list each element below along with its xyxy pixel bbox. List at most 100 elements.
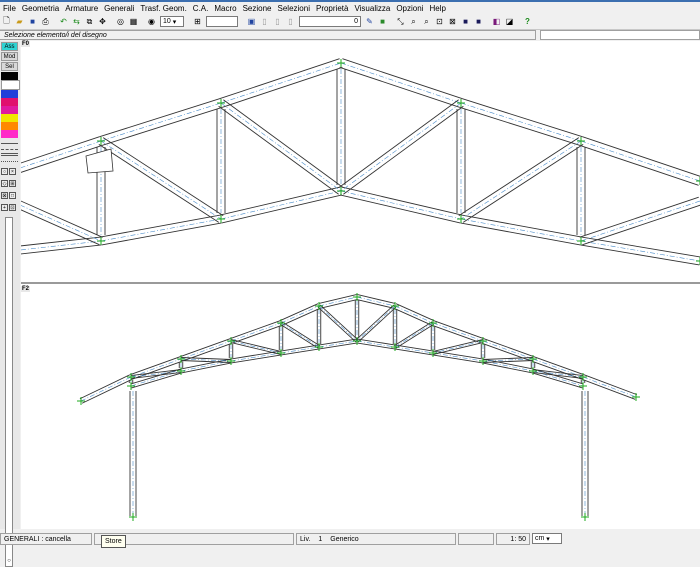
drawing-svg[interactable] — [21, 41, 700, 529]
linetype-dotted[interactable] — [1, 156, 18, 162]
menu-file[interactable]: File — [0, 4, 19, 13]
bottom-chord-edge — [221, 194, 343, 224]
color-swatch[interactable] — [1, 80, 20, 90]
overview-diagonal-edge — [433, 342, 484, 355]
overview-diagonal-edge — [357, 306, 397, 343]
zoom-in-icon[interactable]: ⌕ — [408, 16, 419, 27]
overview-diagonal-edge — [317, 306, 357, 343]
angle-field[interactable]: 0 — [299, 16, 361, 27]
menu-selezioni[interactable]: Selezioni — [275, 4, 313, 13]
color-swatch[interactable] — [1, 130, 18, 138]
overview-diagonal-edge — [393, 321, 433, 347]
step-combo[interactable]: 10 ▾ — [160, 16, 184, 27]
box-tool-icon[interactable]: ⊠ — [1, 192, 8, 199]
menu-sezione[interactable]: Sezione — [240, 4, 275, 13]
snap-icon[interactable]: ◎ — [115, 16, 126, 27]
menu-trasf-geom[interactable]: Trasf. Geom. — [137, 4, 189, 13]
sel-button[interactable]: Sel — [1, 62, 18, 71]
plus-tool-icon[interactable]: + — [1, 204, 8, 211]
bottom-chord-axis — [220, 190, 342, 220]
mod-button[interactable]: Mod — [1, 52, 18, 61]
layer-icon[interactable]: ▣ — [246, 16, 257, 27]
top-chord-edge — [582, 136, 700, 177]
color-select-icon[interactable]: ■ — [377, 16, 388, 27]
mirror-icon[interactable]: ⇆ — [71, 16, 82, 27]
overview-top-chord-axis — [356, 296, 396, 307]
ortho-grid-icon[interactable]: ⊞ — [192, 16, 203, 27]
overview-top-chord-axis — [280, 305, 320, 324]
unit-combo[interactable]: cm ▾ — [532, 533, 562, 544]
cross-tool-icon[interactable]: × — [9, 168, 16, 175]
menu-geometria[interactable]: Geometria — [19, 4, 62, 13]
color-swatch[interactable] — [1, 122, 18, 130]
bottom-chord-edge — [341, 186, 463, 216]
color-swatch[interactable] — [1, 90, 18, 98]
undo-icon[interactable]: ↶ — [58, 16, 69, 27]
status-mode: GENERALI : cancella — [0, 532, 92, 545]
overview-top-chord-edge — [230, 320, 281, 340]
diamond-tool-icon[interactable]: ◇ — [1, 180, 8, 187]
bottom-chord-edge — [580, 244, 700, 266]
ass-button[interactable]: Ass — [1, 42, 18, 51]
target-icon[interactable]: ◉ — [146, 16, 157, 27]
view-dark-icon[interactable]: ■ — [460, 16, 471, 27]
overview-top-chord-edge — [81, 378, 133, 404]
selection-bar: Selezione elemento/i del disegno — [0, 30, 700, 40]
move-icon[interactable]: ✥ — [97, 16, 108, 27]
menu-help[interactable]: Help — [426, 4, 448, 13]
truss-overview-view — [77, 293, 640, 521]
zoom-window-icon[interactable]: ⤡ — [395, 16, 406, 27]
section-gray-icon[interactable]: ▯ — [259, 16, 270, 27]
color-swatch[interactable] — [1, 72, 18, 80]
overview-diagonal-edge — [355, 304, 395, 341]
view-dark2-icon[interactable]: ■ — [473, 16, 484, 27]
section-gray3-icon[interactable]: ▯ — [285, 16, 296, 27]
open-folder-icon[interactable]: ▰ — [14, 16, 25, 27]
vertical-slider[interactable]: ○ — [5, 217, 13, 567]
top-chord-edge — [219, 58, 340, 100]
new-file-icon[interactable]: 🗋 — [1, 16, 12, 27]
gusset-plate — [85, 148, 114, 174]
print-icon[interactable]: ⎙ — [40, 16, 51, 27]
contrast-icon[interactable]: ◪ — [504, 16, 515, 27]
zoom-extents-icon[interactable]: ⊠ — [447, 16, 458, 27]
slider-knob-icon[interactable]: ○ — [6, 558, 12, 564]
pane-label-bottom: F2 — [21, 286, 31, 292]
overview-top-chord-axis — [482, 340, 534, 360]
window-icon[interactable]: ◧ — [491, 16, 502, 27]
level-label: Liv. — [300, 535, 311, 543]
menu-macro[interactable]: Macro — [211, 4, 239, 13]
ortho-field[interactable] — [206, 16, 238, 27]
command-field[interactable] — [540, 30, 700, 40]
color-swatch[interactable] — [1, 98, 18, 106]
overview-diagonal-axis — [230, 340, 282, 354]
grid-icon[interactable]: ▦ — [128, 16, 139, 27]
overview-top-chord-edge — [79, 374, 131, 400]
help-icon[interactable]: ? — [522, 16, 533, 27]
square-tool-icon[interactable]: □ — [9, 192, 16, 199]
paint-icon[interactable]: ✎ — [364, 16, 375, 27]
drawing-canvas[interactable]: F0 F2 — [21, 41, 700, 529]
copy-icon[interactable]: ⧉ — [84, 16, 95, 27]
zoom-all-icon[interactable]: ⊡ — [434, 16, 445, 27]
circle-tool-icon[interactable]: ○ — [1, 168, 8, 175]
menu-visualizza[interactable]: Visualizza — [351, 4, 393, 13]
menu-opzioni[interactable]: Opzioni — [393, 4, 426, 13]
menu-bar: File Geometria Armature Generali Trasf. … — [0, 2, 700, 14]
color-swatch[interactable] — [1, 114, 18, 122]
section-gray2-icon[interactable]: ▯ — [272, 16, 283, 27]
bottom-chord-edge — [219, 186, 341, 216]
frame-tool-icon[interactable]: ⊡ — [9, 204, 16, 211]
save-icon[interactable]: ■ — [27, 16, 38, 27]
overview-top-chord-edge — [432, 324, 483, 344]
diagonal-member-axis — [460, 140, 582, 220]
color-swatch[interactable] — [1, 106, 18, 114]
top-chord-edge — [462, 98, 583, 138]
zoom-out-icon[interactable]: ⌕ — [421, 16, 432, 27]
menu-proprieta[interactable]: Proprietà — [313, 4, 351, 13]
menu-generali[interactable]: Generali — [101, 4, 137, 13]
menu-armature[interactable]: Armature — [62, 4, 101, 13]
top-chord-axis — [340, 62, 462, 104]
menu-ca[interactable]: C.A. — [190, 4, 212, 13]
grid-tool-icon[interactable]: ⊞ — [9, 180, 16, 187]
